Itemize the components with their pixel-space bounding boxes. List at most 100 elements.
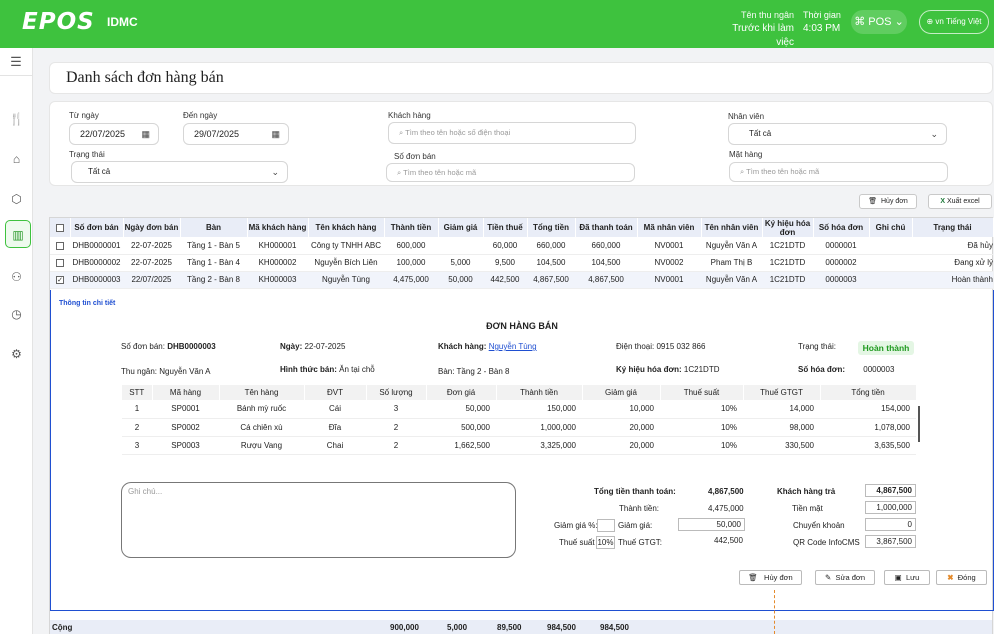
column-header[interactable]: Tên khách hàng [308,218,385,237]
column-header[interactable]: Mã nhân viên [637,218,702,237]
table-cell: 660,000 [527,237,575,255]
total-total: 984,500 [547,623,576,632]
select-all-checkbox[interactable] [50,218,71,237]
row-checkbox[interactable] [50,237,70,255]
column-header[interactable]: Ngày đơn bán [123,218,181,237]
cash-input[interactable]: 1,000,000 [865,501,916,514]
item-column-header: Giảm giá [582,385,661,400]
item-row: 3 SP0003 Rượu Vang Chai 2 1,662,500 3,325,000 2… [122,436,916,455]
filter-panel: Từ ngày 22/07/2025 ▦ Đến ngày 29/07/2025 ▦… [49,101,993,186]
menu-icon[interactable]: ☰ [0,48,32,76]
phone-field-label: Điện thoại: [616,342,655,351]
column-header[interactable]: Đã thanh toán [575,218,638,237]
export-excel-button[interactable]: X Xuất excel [928,194,992,209]
customer-search-input[interactable]: ⌕ Tìm theo tên hoặc số điện thoại [388,122,636,144]
row-checkbox[interactable]: ✓ [50,271,70,289]
column-header[interactable]: Giảm giá [438,218,484,237]
tab-detail-info[interactable]: Thông tin chi tiết [59,300,115,307]
customer-link[interactable]: Nguyễn Tùng [489,342,537,351]
column-header[interactable]: Ký hiệu hóa đơn [762,218,814,237]
status-select[interactable]: Tất cả ⌄ [71,161,288,183]
subtotal-value: 4,475,000 [708,504,744,513]
checkbox[interactable]: ✓ [56,275,64,284]
item-column-header: ĐVT [304,385,367,400]
item-search-input[interactable]: ⌕ Tìm theo tên hoặc mã [729,162,948,182]
pos-button[interactable]: ⌘ POS ⌄ [851,10,907,34]
close-button[interactable]: ✖ Đóng [936,570,987,585]
invoice-no-label: Số hóa đơn: [798,365,846,374]
cashier-label: Tên thu ngân [740,10,794,20]
to-date-input[interactable]: 29/07/2025 ▦ [183,123,289,145]
save-icon: ▣ [894,573,902,582]
transfer-input[interactable]: 0 [865,518,916,531]
item-cell: 98,000 [743,418,820,437]
item-cell: 1,078,000 [820,418,916,437]
column-header[interactable]: Số đơn bán [70,218,124,237]
row-checkbox[interactable] [50,254,70,272]
date-field: Ngày: 22-07-2025 [280,342,345,351]
column-header[interactable]: Tiền thuế [483,218,528,237]
order-no-search-input[interactable]: ⌕ Tìm theo tên hoặc mã [386,163,635,182]
table-row[interactable]: DHB0000001 22-07-2025 Tầng 1 - Bàn 5 KH0000… [50,237,993,255]
customer-paid-input[interactable]: 4,867,500 [865,484,916,497]
cancel-order-button[interactable]: 🗑 Hủy đơn [859,194,917,209]
order-no-field-label: Số đơn bán: [121,342,165,351]
checkbox[interactable] [56,258,64,267]
transfer-label: Chuyển khoản [793,521,845,530]
discount-input[interactable]: 50,000 [678,518,745,531]
item-column-header: Đơn giá [426,385,497,400]
trash-icon: 🗑 [868,198,878,205]
chevron-down-icon: ⌄ [894,16,904,28]
qr-input[interactable]: 3,867,500 [865,535,916,548]
sale-type-value: Ăn tại chỗ [339,365,375,374]
time-label: Thời gian [803,10,841,20]
checkbox[interactable] [56,241,64,250]
detail-cancel-button[interactable]: 🗑 Hủy đơn [739,570,802,585]
settings-icon[interactable]: ⚙ [0,340,33,368]
sale-type-label: Hình thức bán: [280,365,337,374]
chart-icon[interactable]: ▥ [5,220,31,248]
item-cell: 3,635,500 [820,436,916,455]
column-header[interactable]: Số hóa đơn [813,218,870,237]
top-bar: EPOS IDMC Tên thu ngân Trước khi làm việ… [0,0,994,48]
table-row[interactable]: ✓ DHB0000003 22/07/2025 Tầng 2 - Bàn 8 KH000… [50,271,993,289]
save-button[interactable]: ▣ Lưu [884,570,930,585]
discount-pct-input[interactable] [597,519,615,532]
table-row[interactable]: DHB0000002 22-07-2025 Tầng 1 - Bàn 4 KH0000… [50,254,993,272]
item-cell: 1,000,000 [496,418,582,437]
status-value: Tất cả [88,167,111,176]
column-header[interactable]: Bàn [180,218,248,237]
invoice-no-field: Số hóa đơn: 0000003 [798,365,894,374]
language-button[interactable]: ⊕ vn Tiếng Việt [919,10,989,34]
pos-button-label: POS [868,16,892,28]
column-header[interactable]: Tên nhân viên [701,218,763,237]
staff-select[interactable]: Tất cả ⌄ [728,123,947,145]
box-icon[interactable]: ⬡ [0,185,33,213]
order-no-placeholder: Tìm theo tên hoặc mã [403,168,477,177]
column-header[interactable]: Thành tiền [384,218,439,237]
column-header[interactable]: Trạng thái [912,218,994,237]
item-cell: 2 [366,418,426,437]
utensils-icon[interactable]: 🍴 [0,105,33,133]
table-cell: 104,500 [527,254,575,272]
table-cell: Đã hủy [912,237,993,255]
column-header[interactable]: Tổng tiền [527,218,576,237]
users-icon[interactable]: ⚇ [0,263,33,291]
from-date-input[interactable]: 22/07/2025 ▦ [69,123,159,145]
column-header[interactable]: Ghi chú [869,218,913,237]
column-header[interactable]: Mã khách hàng [247,218,309,237]
table-cell: Tầng 1 - Bàn 5 [180,237,247,255]
edit-order-button[interactable]: ✎ Sửa đơn [815,570,875,585]
items-scrollbar[interactable] [918,406,920,442]
table-cell: 60,000 [483,237,527,255]
table-cell: 4,475,000 [384,271,438,289]
clock-icon[interactable]: ◷ [0,300,33,328]
note-textarea[interactable]: Ghi chú... [121,482,516,558]
home-icon[interactable]: ⌂ [0,145,33,173]
item-cell: 1 [122,400,152,419]
edit-order-label: Sửa đơn [835,573,865,582]
table-cell: 100,000 [384,254,438,272]
customer-field-label: Khách hàng: [438,342,487,351]
tax-rate-input[interactable]: 10% [596,536,615,549]
cash-label: Tiền mặt [792,504,823,513]
